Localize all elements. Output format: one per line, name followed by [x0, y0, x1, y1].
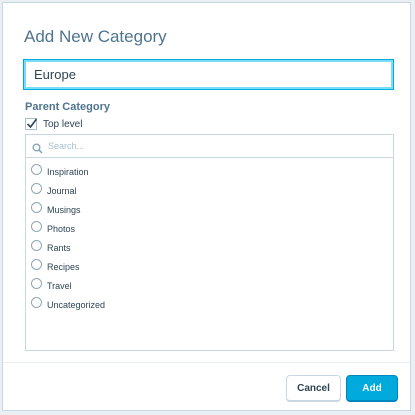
top-level-checkbox[interactable] — [25, 118, 38, 130]
category-label: Journal — [47, 185, 77, 196]
category-item-rants[interactable]: Rants — [31, 237, 105, 256]
category-item-inspiration[interactable]: Inspiration — [31, 161, 105, 180]
checkmark-icon — [26, 118, 38, 129]
top-level-label: Top level — [43, 118, 83, 130]
category-item-musings[interactable]: Musings — [31, 199, 105, 218]
add-button[interactable]: Add — [346, 375, 398, 402]
category-radio[interactable] — [31, 297, 42, 309]
category-label: Photos — [47, 223, 76, 234]
category-radio[interactable] — [31, 220, 42, 232]
category-radio[interactable] — [31, 239, 42, 251]
category-radio[interactable] — [31, 201, 42, 213]
category-radio[interactable] — [31, 278, 42, 290]
dialog-footer: Cancel Add — [3, 362, 410, 411]
category-search — [26, 135, 393, 158]
search-icon — [32, 141, 43, 154]
parent-category-label: Parent Category — [25, 101, 110, 113]
dialog-title: Add New Category — [24, 27, 167, 46]
category-name-input[interactable] — [24, 60, 393, 89]
category-label: Rants — [47, 242, 71, 253]
category-item-uncategorized[interactable]: Uncategorized — [31, 295, 105, 314]
category-label: Travel — [47, 281, 72, 292]
category-list: Inspiration Journal Musings Photos Rants… — [31, 161, 105, 314]
top-level-option[interactable]: Top level — [25, 117, 82, 131]
category-radio[interactable] — [31, 259, 42, 271]
cancel-button[interactable]: Cancel — [286, 375, 341, 402]
category-item-recipes[interactable]: Recipes — [31, 256, 105, 275]
category-label: Uncategorized — [47, 300, 106, 311]
category-label: Musings — [47, 204, 81, 215]
category-radio[interactable] — [31, 163, 42, 175]
category-label: Inspiration — [47, 166, 89, 177]
category-search-input[interactable] — [48, 141, 348, 151]
category-radio[interactable] — [31, 182, 42, 194]
category-label: Recipes — [47, 262, 80, 273]
category-selector: Inspiration Journal Musings Photos Rants… — [25, 134, 394, 351]
category-item-travel[interactable]: Travel — [31, 276, 105, 295]
category-item-journal[interactable]: Journal — [31, 180, 105, 199]
add-category-dialog: Add New Category Parent Category Top lev… — [2, 2, 411, 411]
category-item-photos[interactable]: Photos — [31, 218, 105, 237]
